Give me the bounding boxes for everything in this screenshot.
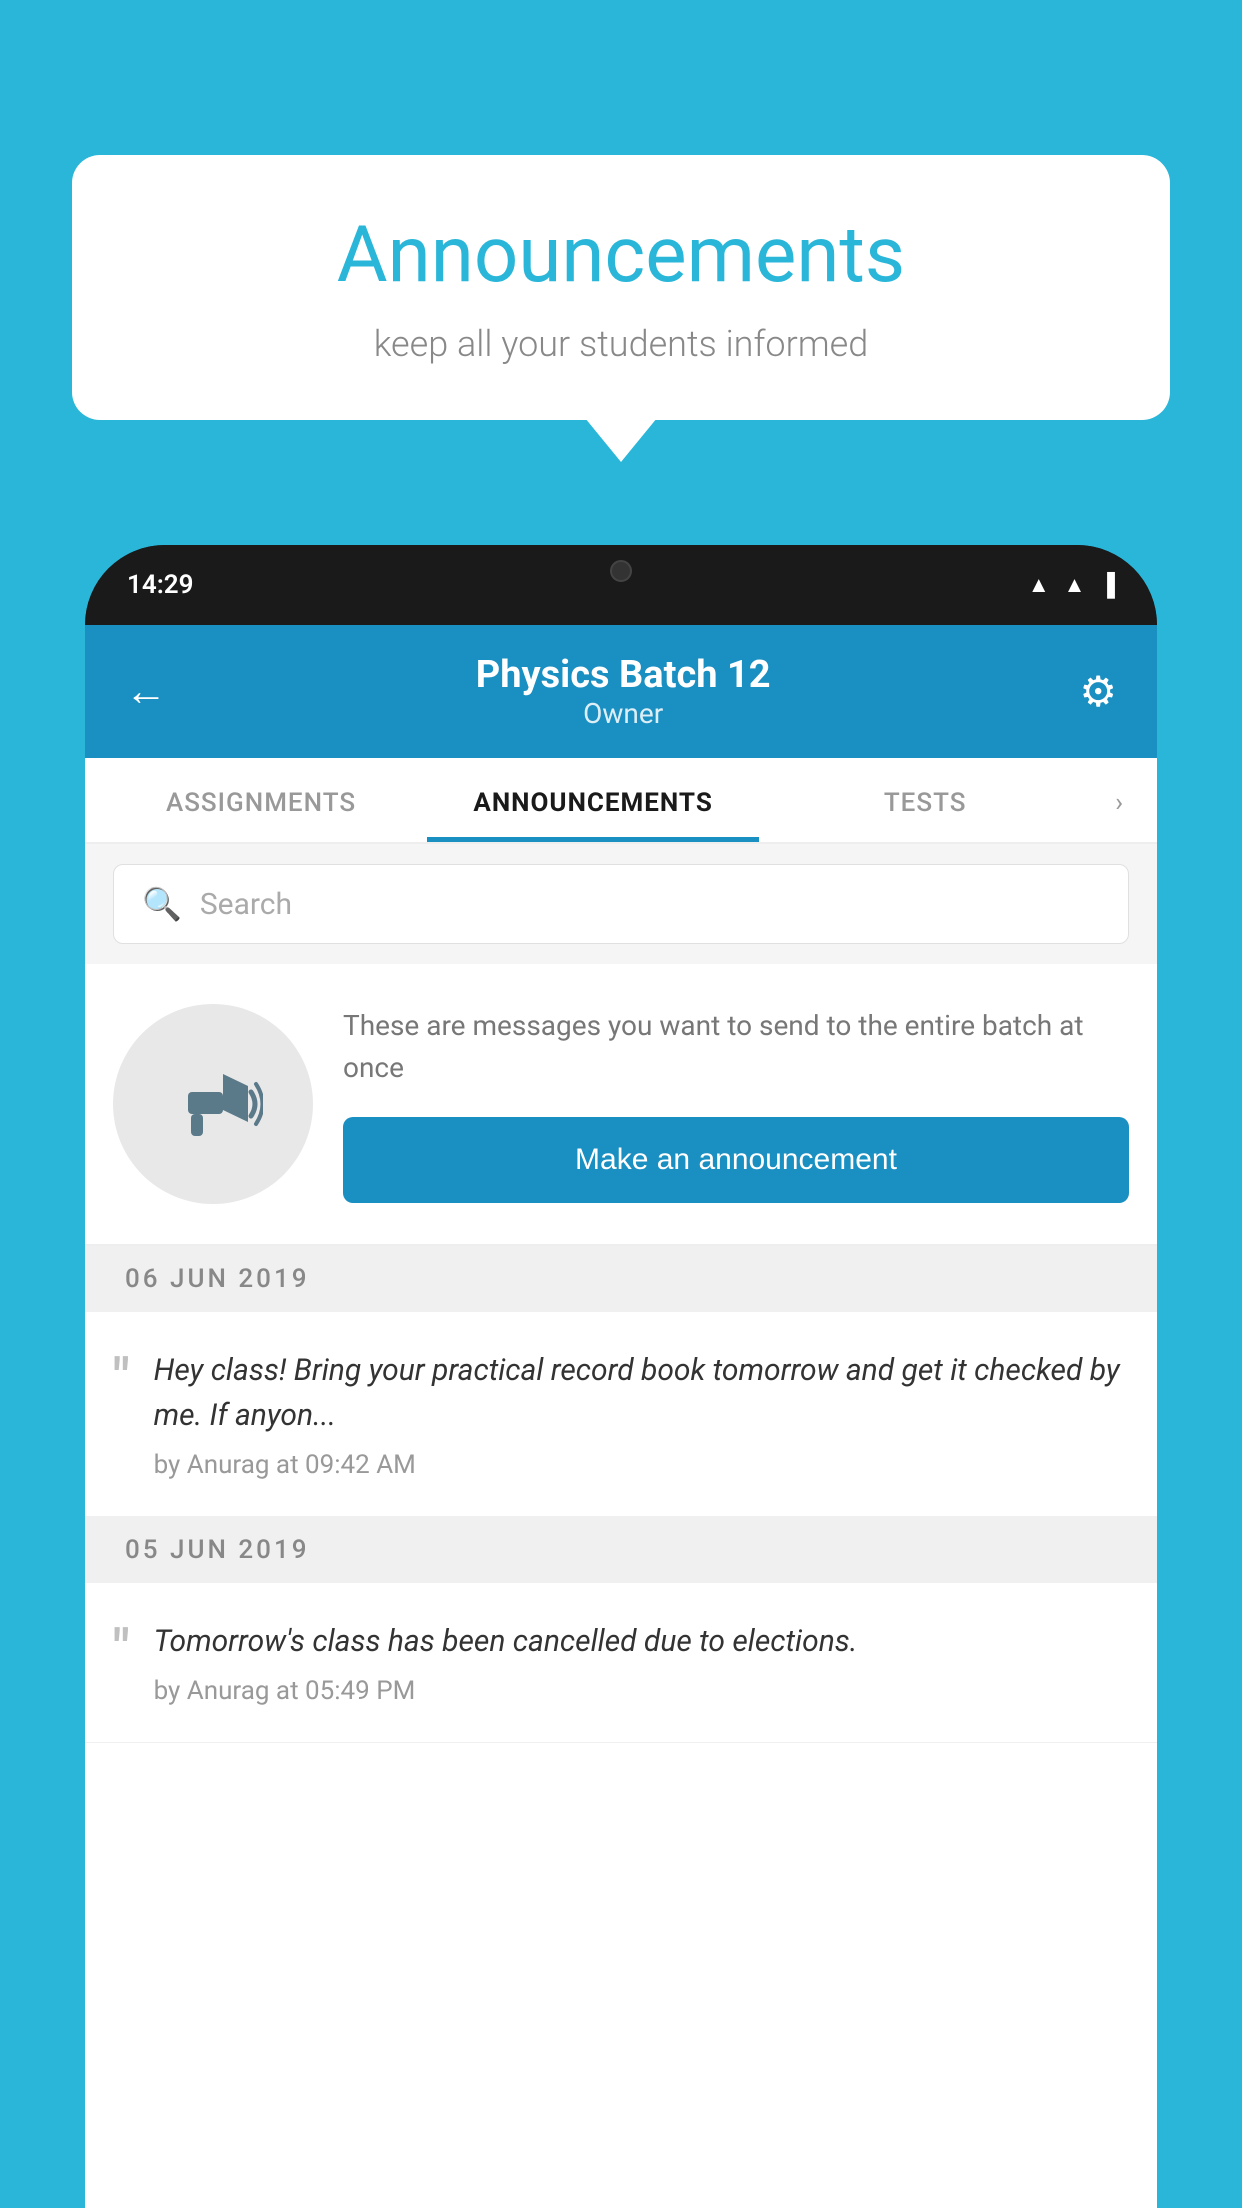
announcement-text-1: Hey class! Bring your practical record b… <box>154 1348 1129 1438</box>
announcement-content-2: Tomorrow's class has been cancelled due … <box>154 1619 1129 1706</box>
promo-icon-circle <box>113 1004 313 1204</box>
promo-right: These are messages you want to send to t… <box>343 1005 1129 1203</box>
announcement-content-1: Hey class! Bring your practical record b… <box>154 1348 1129 1480</box>
search-bar[interactable]: 🔍 Search <box>113 864 1129 944</box>
date-separator-2: 05 JUN 2019 <box>85 1517 1157 1583</box>
megaphone-icon <box>163 1054 263 1154</box>
battery-icon: ▐ <box>1099 572 1115 598</box>
date-separator-1: 06 JUN 2019 <box>85 1246 1157 1312</box>
signal-icon: ▲ <box>1064 572 1086 598</box>
announcement-item-1: " Hey class! Bring your practical record… <box>85 1312 1157 1517</box>
phone-frame: 14:29 ▲ ▲ ▐ ← Physics Batch 12 Owner ⚙ A… <box>85 545 1157 2208</box>
speech-bubble-title: Announcements <box>132 210 1110 301</box>
tab-tests[interactable]: TESTS <box>759 758 1091 842</box>
make-announcement-button[interactable]: Make an announcement <box>343 1117 1129 1203</box>
camera-dot <box>610 560 632 582</box>
status-bar: 14:29 ▲ ▲ ▐ <box>85 545 1157 625</box>
announcement-meta-2: by Anurag at 05:49 PM <box>154 1676 1129 1706</box>
announcement-meta-1: by Anurag at 09:42 AM <box>154 1450 1129 1480</box>
speech-bubble-container: Announcements keep all your students inf… <box>72 155 1170 420</box>
search-bar-wrap: 🔍 Search <box>85 844 1157 964</box>
back-button[interactable]: ← <box>125 667 167 716</box>
status-icons: ▲ ▲ ▐ <box>1028 572 1115 598</box>
promo-description: These are messages you want to send to t… <box>343 1005 1129 1089</box>
header-title-area: Physics Batch 12 Owner <box>476 653 771 730</box>
app-header: ← Physics Batch 12 Owner ⚙ <box>85 625 1157 758</box>
tab-assignments[interactable]: ASSIGNMENTS <box>95 758 427 842</box>
quote-icon-2: " <box>113 1623 130 1675</box>
tab-more-icon[interactable]: › <box>1091 758 1147 842</box>
promo-area: These are messages you want to send to t… <box>85 964 1157 1246</box>
wifi-icon: ▲ <box>1028 572 1050 598</box>
search-placeholder: Search <box>200 887 292 922</box>
tab-announcements[interactable]: ANNOUNCEMENTS <box>427 758 759 842</box>
phone-notch <box>541 545 701 597</box>
speech-bubble: Announcements keep all your students inf… <box>72 155 1170 420</box>
tabs-row: ASSIGNMENTS ANNOUNCEMENTS TESTS › <box>85 758 1157 844</box>
gear-icon[interactable]: ⚙ <box>1079 667 1117 717</box>
status-time: 14:29 <box>127 570 194 600</box>
speech-bubble-subtitle: keep all your students informed <box>132 323 1110 365</box>
quote-icon: " <box>113 1352 130 1404</box>
announcement-text-2: Tomorrow's class has been cancelled due … <box>154 1619 1129 1664</box>
app-screen: ← Physics Batch 12 Owner ⚙ ASSIGNMENTS A… <box>85 625 1157 2208</box>
search-icon: 🔍 <box>142 885 182 923</box>
header-title: Physics Batch 12 <box>476 653 771 697</box>
header-subtitle: Owner <box>476 697 771 730</box>
announcement-item-2: " Tomorrow's class has been cancelled du… <box>85 1583 1157 1743</box>
